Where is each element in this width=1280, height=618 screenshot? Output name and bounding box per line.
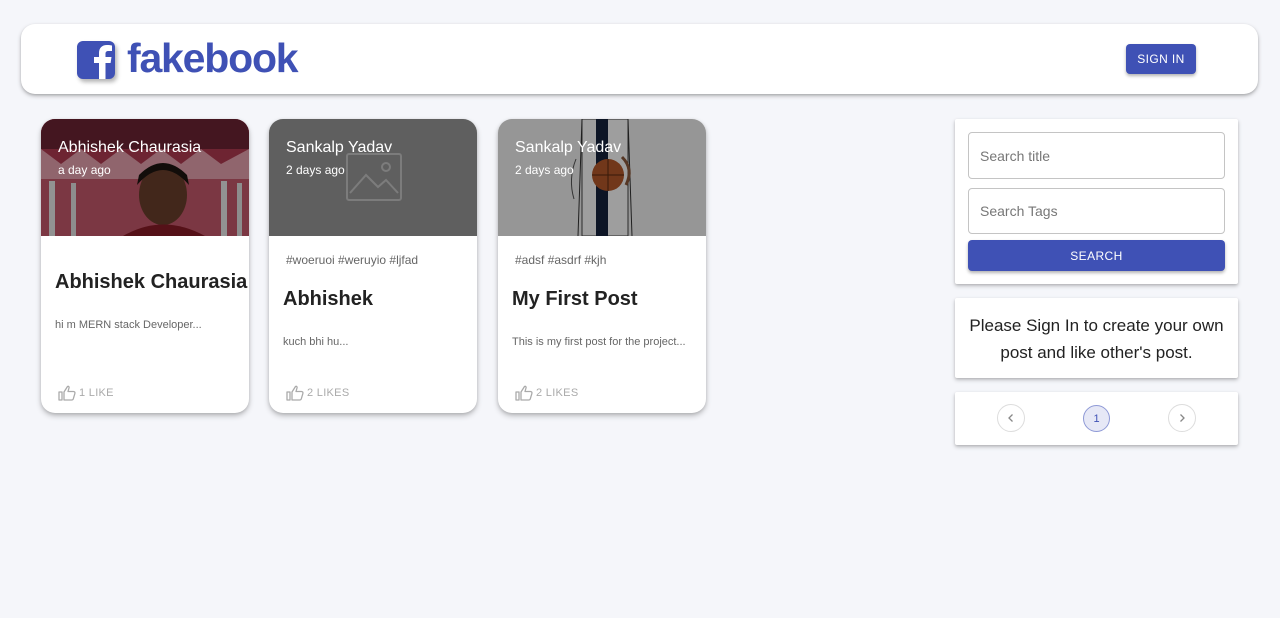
- post-message: hi m MERN stack Developer...: [55, 319, 202, 331]
- thumb-up-icon: [515, 385, 533, 401]
- next-page-button[interactable]: [1168, 404, 1196, 432]
- chevron-left-icon: [1008, 414, 1013, 422]
- post-title: Abhishek: [283, 288, 374, 310]
- search-title-input[interactable]: [968, 132, 1225, 179]
- post-author: Sankalp Yadav: [286, 139, 393, 156]
- search-panel: SEARCH: [955, 119, 1238, 284]
- post-time: 2 days ago: [286, 163, 345, 177]
- facebook-f-icon: [77, 41, 115, 79]
- like-button[interactable]: 1 LIKE: [58, 385, 114, 401]
- chevron-right-icon: [1180, 414, 1185, 422]
- post-title: My First Post: [512, 288, 638, 310]
- brand[interactable]: fakebook: [77, 34, 299, 81]
- post-time: 2 days ago: [515, 163, 574, 177]
- post-message: This is my first post for the project...: [512, 336, 686, 348]
- post-card[interactable]: Sankalp Yadav 2 days ago #adsf #asdrf #k…: [498, 119, 706, 413]
- signin-note: Please Sign In to create your own post a…: [969, 316, 1224, 362]
- search-button[interactable]: SEARCH: [968, 240, 1225, 271]
- post-author: Abhishek Chaurasia: [58, 139, 202, 156]
- like-count: 2 LIKES: [536, 387, 579, 399]
- sign-in-button[interactable]: SIGN IN: [1126, 44, 1196, 74]
- post-card[interactable]: Sankalp Yadav 2 days ago #woeruoi #weruy…: [269, 119, 477, 413]
- like-button[interactable]: 2 LIKES: [515, 385, 578, 401]
- search-tags-input[interactable]: [968, 188, 1225, 234]
- post-image: Sankalp Yadav 2 days ago: [498, 119, 706, 236]
- page-button-current[interactable]: 1: [1083, 405, 1110, 432]
- post-tags: #woeruoi #weruyio #ljfad: [286, 253, 419, 267]
- signin-note-panel: Please Sign In to create your own post a…: [955, 298, 1238, 378]
- post-card[interactable]: Abhishek Chaurasia a day ago Abhishek Ch…: [41, 119, 249, 413]
- post-time: a day ago: [58, 163, 111, 177]
- thumb-up-icon: [286, 385, 304, 401]
- thumb-up-icon: [58, 385, 76, 401]
- post-title: Abhishek Chaurasia: [55, 271, 248, 293]
- post-image: Sankalp Yadav 2 days ago: [269, 119, 477, 236]
- like-button[interactable]: 2 LIKES: [286, 385, 349, 401]
- pagination: 1: [955, 392, 1238, 445]
- like-count: 1 LIKE: [79, 387, 114, 399]
- brand-name: fakebook: [127, 34, 299, 81]
- like-count: 2 LIKES: [307, 387, 350, 399]
- post-author: Sankalp Yadav: [515, 139, 622, 156]
- prev-page-button[interactable]: [997, 404, 1025, 432]
- post-tags: #adsf #asdrf #kjh: [515, 253, 607, 267]
- app-bar: fakebook SIGN IN: [21, 24, 1258, 94]
- post-message: kuch bhi hu...: [283, 336, 349, 348]
- post-image: Abhishek Chaurasia a day ago: [41, 119, 249, 236]
